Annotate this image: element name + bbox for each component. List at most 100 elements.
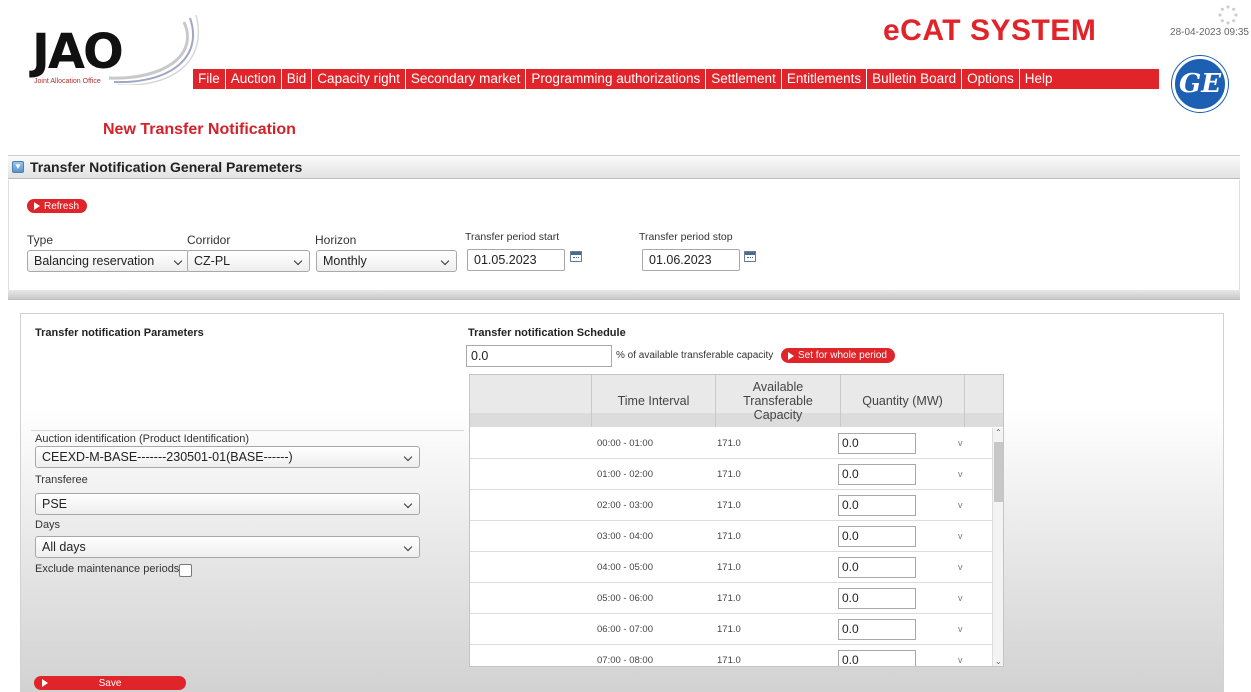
capacity-cell: 171.0 [717,624,741,635]
row-action-icon[interactable]: v [958,562,963,572]
main-menu: File Auction Bid Capacity right Secondar… [193,69,1159,89]
row-action-icon[interactable]: v [958,500,963,510]
auction-select[interactable]: CEEXD-M-BASE-------230501-01(BASE------) [35,446,420,468]
row-action-icon[interactable]: v [958,593,963,603]
general-section-header: ▼ Transfer Notification General Paremete… [8,155,1240,179]
chevron-down-icon [293,256,303,266]
time-interval-cell: 06:00 - 07:00 [597,624,653,635]
capacity-cell: 171.0 [717,438,741,449]
row-action-icon[interactable]: v [958,469,963,479]
scroll-thumb[interactable] [994,442,1003,502]
menu-options[interactable]: Options [962,69,1020,89]
menu-bid[interactable]: Bid [282,69,313,89]
auction-label: Auction identification (Product Identifi… [35,433,250,445]
quantity-input[interactable]: 0.0 [838,557,916,578]
corridor-value: CZ-PL [194,254,231,268]
quantity-input[interactable]: 0.0 [838,433,916,454]
time-interval-cell: 04:00 - 05:00 [597,562,653,573]
datetime-stamp: 28-04-2023 09:35 [1170,27,1249,38]
schedule-row: 03:00 - 04:00 171.0 0.0 v [470,521,992,552]
chevron-down-icon [403,452,413,462]
schedule-table-header: Time Interval Available Transferable Cap… [470,375,1003,427]
general-section-title: Transfer Notification General Paremeters [30,159,303,175]
capacity-cell: 171.0 [717,593,741,604]
type-label: Type [27,233,54,247]
menu-programming-authorizations[interactable]: Programming authorizations [526,69,707,89]
time-interval-cell: 05:00 - 06:00 [597,593,653,604]
transfer-stop-input[interactable]: 01.06.2023 [642,249,740,271]
percent-label: % of available transferable capacity [616,350,774,361]
menu-entitlements[interactable]: Entitlements [782,69,868,89]
menu-file[interactable]: File [193,69,226,89]
schedule-row: 02:00 - 03:00 171.0 0.0 v [470,490,992,521]
schedule-row: 05:00 - 06:00 171.0 0.0 v [470,583,992,614]
auction-value: CEEXD-M-BASE-------230501-01(BASE------) [42,450,293,464]
time-interval-cell: 00:00 - 01:00 [597,438,653,449]
col-actions [965,375,1003,427]
menu-settlement[interactable]: Settlement [706,69,782,89]
transferee-label: Transferee [35,474,88,486]
schedule-row: 07:00 - 08:00 171.0 0.0 v [470,645,992,666]
calendar-icon[interactable] [744,251,756,262]
days-select[interactable]: All days [35,536,420,558]
menu-bulletin-board[interactable]: Bulletin Board [867,69,963,89]
schedule-title: Transfer notification Schedule [468,327,626,339]
horizon-label: Horizon [315,233,357,247]
quantity-input[interactable]: 0.0 [838,526,916,547]
set-whole-period-label: Set for whole period [798,350,887,361]
transfer-start-input[interactable]: 01.05.2023 [467,249,565,271]
menu-capacity-right[interactable]: Capacity right [312,69,406,89]
schedule-row: 04:00 - 05:00 171.0 0.0 v [470,552,992,583]
transfer-stop-label: Transfer period stop [639,231,733,243]
set-whole-period-button[interactable]: Set for whole period [781,348,895,363]
calendar-icon[interactable] [570,251,582,262]
schedule-row: 06:00 - 07:00 171.0 0.0 v [470,614,992,645]
row-action-icon[interactable]: v [958,438,963,448]
quantity-input[interactable]: 0.0 [838,650,916,666]
time-interval-cell: 01:00 - 02:00 [597,469,653,480]
quantity-input[interactable]: 0.0 [838,464,916,485]
col-time-interval-label: Time Interval [617,394,690,408]
collapse-chevron-icon[interactable]: ▼ [12,161,24,173]
general-panel: Refresh Type Balancing reservation Corri… [8,180,1240,290]
jao-logo: JAO Joint Allocation Office [14,10,200,85]
transferee-value: PSE [42,497,68,511]
ge-logo: GE [1172,56,1228,112]
transferee-select[interactable]: PSE [35,493,420,515]
type-select[interactable]: Balancing reservation [27,250,190,272]
play-icon [788,351,794,360]
exclude-maintenance-checkbox[interactable] [179,564,192,577]
quantity-input[interactable]: 0.0 [838,588,916,609]
quantity-input[interactable]: 0.0 [838,495,916,516]
row-action-icon[interactable]: v [958,624,963,634]
capacity-cell: 171.0 [717,562,741,573]
col-empty [470,375,592,427]
percent-input[interactable]: 0.0 [466,345,612,367]
row-action-icon[interactable]: v [958,531,963,541]
time-interval-cell: 07:00 - 08:00 [597,655,653,666]
scroll-up-icon[interactable]: ⌃ [995,428,1002,437]
row-action-icon[interactable]: v [958,655,963,665]
refresh-button[interactable]: Refresh [27,199,88,213]
chevron-down-icon [440,256,450,266]
logo-text: JAO [32,24,124,80]
schedule-scrollbar[interactable]: ⌃ ⌄ [992,428,1003,666]
scroll-down-icon[interactable]: ⌄ [995,657,1002,666]
capacity-cell: 171.0 [717,469,741,480]
corridor-select[interactable]: CZ-PL [187,250,310,272]
refresh-label: Refresh [44,200,80,212]
save-button[interactable]: Save [34,676,186,690]
col-quantity-label: Quantity (MW) [862,394,943,408]
time-interval-cell: 03:00 - 04:00 [597,531,653,542]
menu-auction[interactable]: Auction [226,69,282,89]
quantity-input[interactable]: 0.0 [838,619,916,640]
horizon-value: Monthly [323,254,367,268]
days-value: All days [42,540,86,554]
col-capacity-label: Available Transferable Capacity [743,380,813,422]
exclude-maintenance-label: Exclude maintenance periods [35,563,180,575]
horizon-select[interactable]: Monthly [316,250,457,272]
menu-help[interactable]: Help [1020,69,1058,89]
schedule-row: 01:00 - 02:00 171.0 0.0 v [470,459,992,490]
menu-secondary-market[interactable]: Secondary market [406,69,527,89]
col-time-interval: Time Interval [592,375,716,427]
